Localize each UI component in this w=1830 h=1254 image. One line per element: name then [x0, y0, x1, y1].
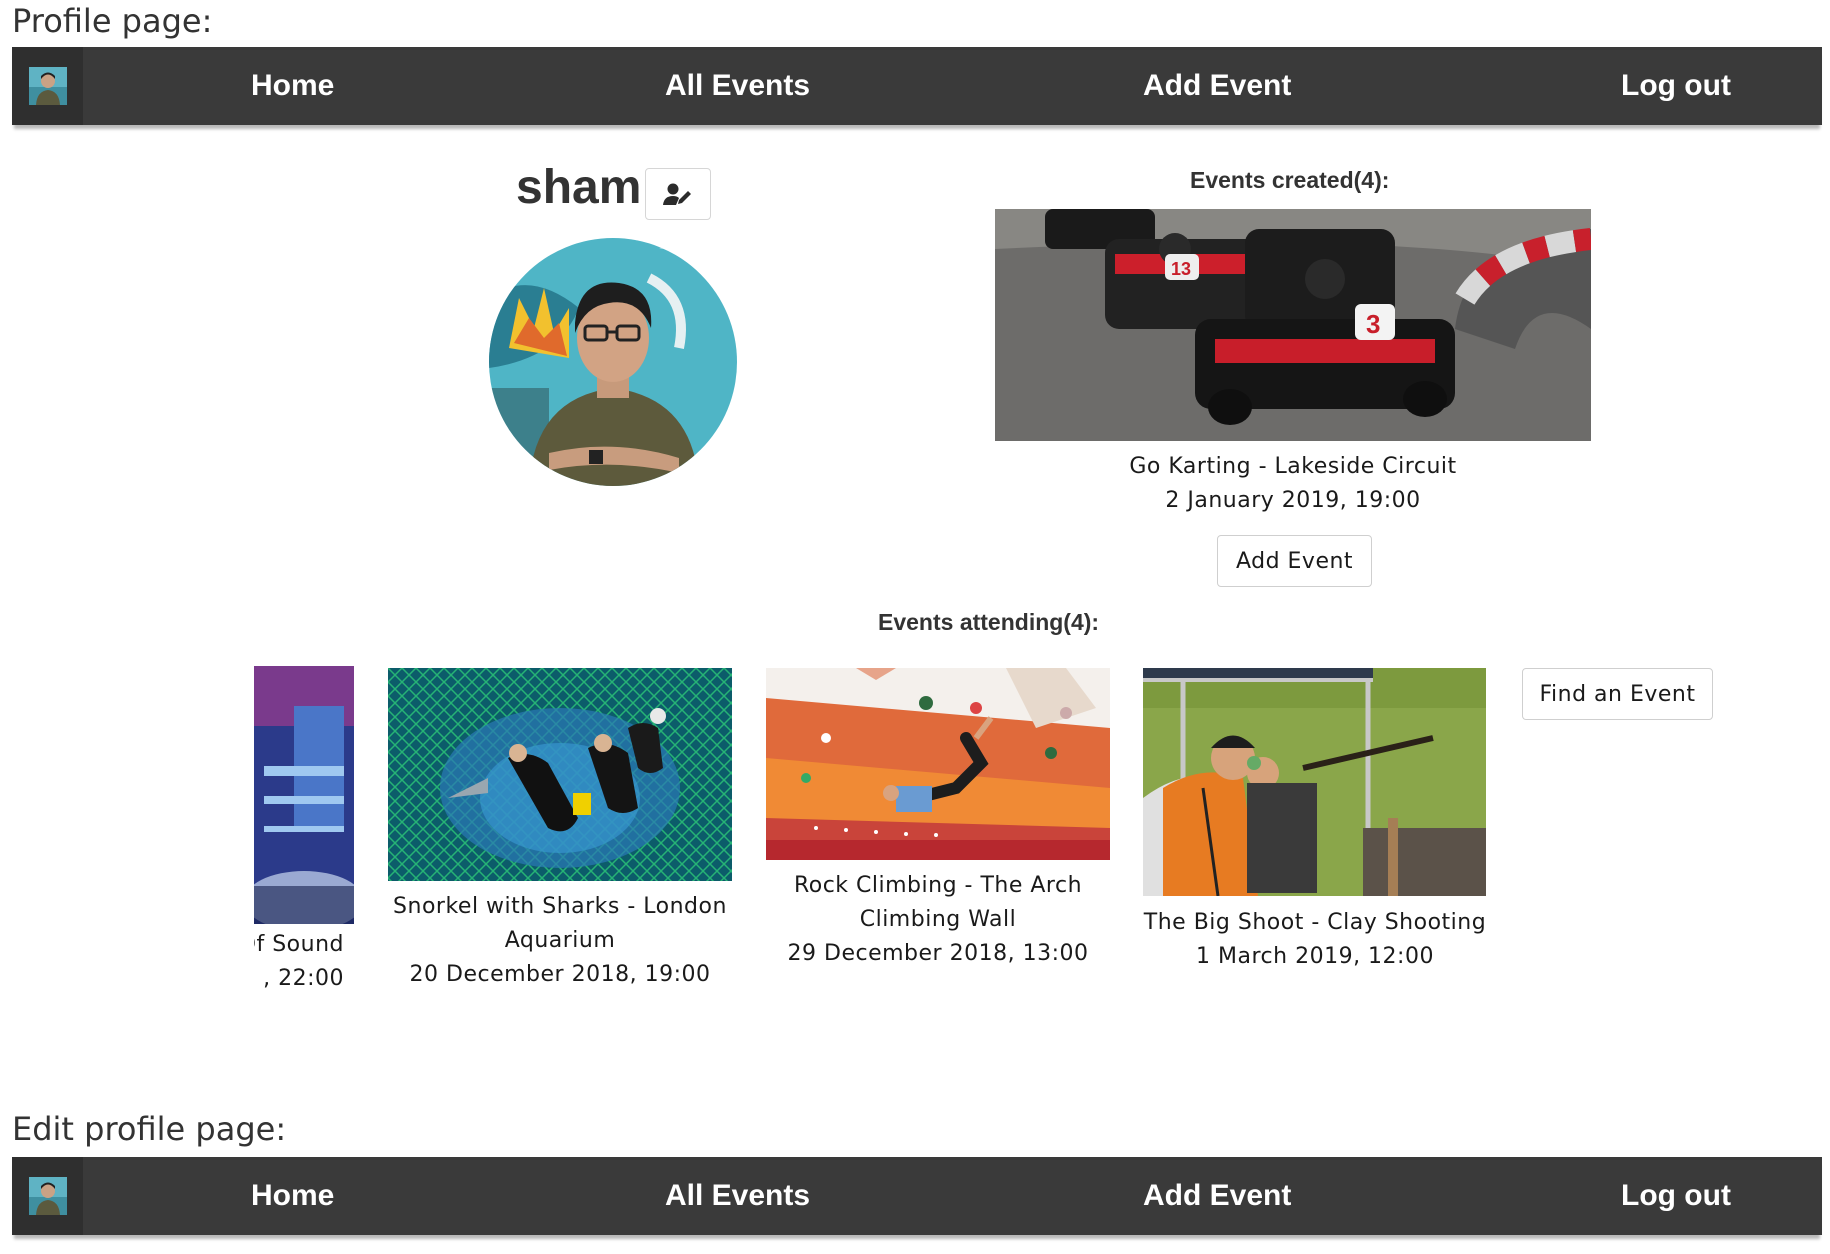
rock-climbing-event-image[interactable]: [766, 668, 1110, 860]
clay-shooting-event-text: The Big Shoot - Clay Shooting 1 March 20…: [1115, 906, 1515, 974]
partial-event-date: , 22:00: [263, 966, 344, 991]
rock-climbing-event-title-line1[interactable]: Rock Climbing - The Arch: [738, 869, 1138, 903]
clay-shooting-event-image[interactable]: [1143, 668, 1486, 896]
find-event-button[interactable]: Find an Event: [1522, 668, 1713, 720]
nav-avatar[interactable]: [12, 47, 83, 125]
clay-shooting-event-title[interactable]: The Big Shoot - Clay Shooting: [1115, 906, 1515, 940]
edit-profile-page-title: Edit profile page:: [12, 1110, 287, 1148]
profile-avatar: [489, 238, 737, 486]
nav-avatar-thumbnail: [28, 1177, 67, 1215]
events-created-heading: Events created(4):: [1190, 167, 1390, 193]
snorkel-event-title-line1[interactable]: Snorkel with Sharks - London: [360, 890, 760, 924]
go-karting-event-title[interactable]: Go Karting - Lakeside Circuit: [1043, 450, 1543, 484]
svg-text:3: 3: [1366, 309, 1380, 339]
nav-log-out-link[interactable]: Log out: [1621, 47, 1731, 125]
clay-shooting-event-date: 1 March 2019, 12:00: [1196, 944, 1434, 969]
nav-all-events-link[interactable]: All Events: [665, 1157, 810, 1235]
rock-climbing-event-title-line2[interactable]: Climbing Wall: [738, 903, 1138, 937]
go-karting-event-text: Go Karting - Lakeside Circuit 2 January …: [1043, 450, 1543, 518]
profile-page-title: Profile page:: [12, 2, 213, 40]
edit-profile-button[interactable]: [645, 168, 711, 220]
top-navbar: Home All Events Add Event Log out: [12, 47, 1822, 125]
nav-add-event-link[interactable]: Add Event: [1143, 47, 1291, 125]
user-edit-icon: [663, 183, 691, 205]
events-attending-heading: Events attending(4):: [878, 609, 1100, 635]
snorkel-event-title-line2[interactable]: Aquarium: [360, 924, 760, 958]
snorkel-event-date: 20 December 2018, 19:00: [409, 962, 711, 987]
nav-add-event-link[interactable]: Add Event: [1143, 1157, 1291, 1235]
rock-climbing-event-date: 29 December 2018, 13:00: [787, 941, 1089, 966]
svg-text:13: 13: [1171, 259, 1191, 279]
go-karting-event-date: 2 January 2019, 19:00: [1165, 488, 1421, 513]
nav-log-out-link[interactable]: Log out: [1621, 1157, 1731, 1235]
add-event-button[interactable]: Add Event: [1217, 535, 1372, 587]
nav-all-events-link[interactable]: All Events: [665, 47, 810, 125]
top-navbar-edit: Home All Events Add Event Log out: [12, 1157, 1822, 1235]
nav-avatar[interactable]: [12, 1157, 83, 1235]
snorkel-event-image[interactable]: [388, 668, 732, 881]
profile-username: sham: [516, 161, 642, 214]
rock-climbing-event-text: Rock Climbing - The Arch Climbing Wall 2…: [738, 869, 1138, 971]
carousel-partial-card[interactable]: Of Sound , 22:00: [254, 666, 354, 1006]
nav-avatar-thumbnail: [28, 67, 67, 105]
partial-event-title: Of Sound: [254, 932, 344, 957]
nav-home-link[interactable]: Home: [251, 47, 334, 125]
snorkel-event-text: Snorkel with Sharks - London Aquarium 20…: [360, 890, 760, 992]
nav-home-link[interactable]: Home: [251, 1157, 334, 1235]
go-karting-event-image[interactable]: 3 13: [995, 209, 1591, 441]
